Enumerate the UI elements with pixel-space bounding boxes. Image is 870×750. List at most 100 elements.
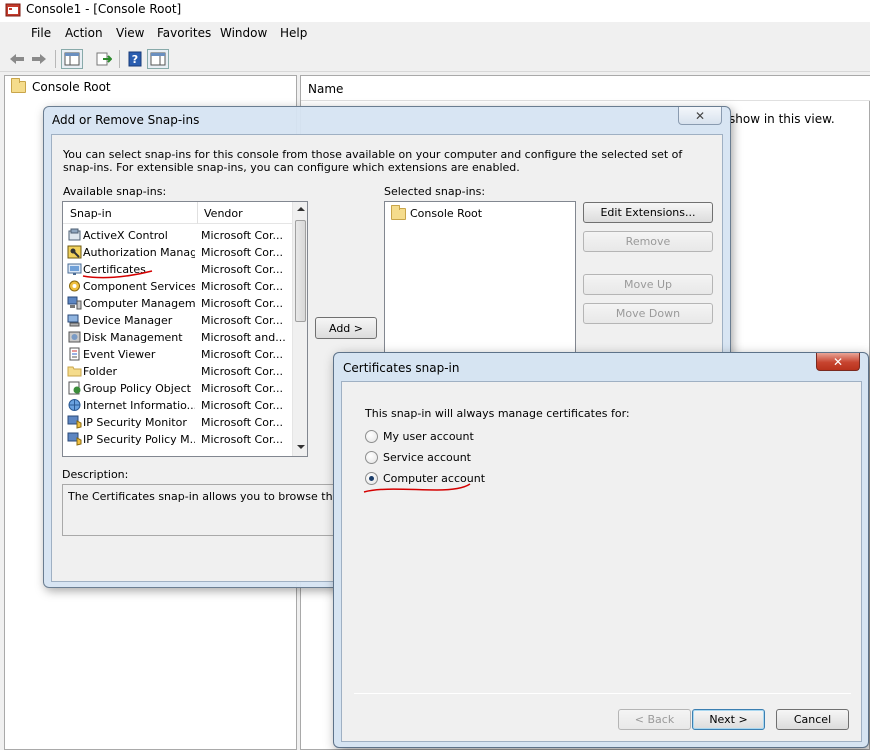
column-divider[interactable] bbox=[197, 202, 198, 224]
move-up-button[interactable]: Move Up bbox=[583, 274, 713, 295]
radio-my-user-account[interactable]: My user account bbox=[365, 430, 474, 443]
properties-icon bbox=[150, 52, 166, 66]
list-item[interactable]: Component Services Microsoft Cor... bbox=[63, 278, 293, 295]
snapin-vendor: Microsoft Cor... bbox=[201, 365, 283, 378]
radio-label: Service account bbox=[383, 451, 471, 464]
tree-item-console-root[interactable]: Console Root bbox=[11, 78, 111, 94]
action-pane-button[interactable] bbox=[147, 49, 169, 69]
export-list-button[interactable] bbox=[93, 49, 115, 69]
list-item[interactable]: Device Manager Microsoft Cor... bbox=[63, 312, 293, 329]
snapin-name: Disk Management bbox=[83, 331, 183, 344]
close-icon: ✕ bbox=[694, 108, 706, 123]
back-button[interactable] bbox=[6, 49, 28, 69]
back-button[interactable]: < Back bbox=[618, 709, 691, 730]
authorization-manager-icon bbox=[67, 245, 82, 259]
menu-action[interactable]: Action bbox=[65, 26, 103, 40]
snapin-vendor: Microsoft Cor... bbox=[201, 297, 283, 310]
column-header-name[interactable]: Name bbox=[301, 76, 870, 101]
list-item[interactable]: Event Viewer Microsoft Cor... bbox=[63, 346, 293, 363]
available-snapins-list[interactable]: Snap-in Vendor ActiveX Control Microsoft… bbox=[62, 201, 308, 457]
activex-icon bbox=[68, 228, 81, 241]
snapin-name: ActiveX Control bbox=[83, 229, 168, 242]
radio-button[interactable] bbox=[365, 430, 378, 443]
snapin-name: Computer Managem... bbox=[83, 297, 195, 310]
folder-icon bbox=[67, 366, 82, 377]
window-title: Console1 - [Console Root] bbox=[26, 2, 182, 16]
list-header: Snap-in Vendor bbox=[63, 202, 293, 224]
radio-computer-account[interactable]: Computer account bbox=[365, 472, 485, 485]
description-label: Description: bbox=[62, 468, 129, 481]
menu-help[interactable]: Help bbox=[280, 26, 307, 40]
snapin-name: Group Policy Object ... bbox=[83, 382, 195, 395]
help-icon: ? bbox=[128, 51, 142, 67]
list-item[interactable]: ActiveX Control Microsoft Cor... bbox=[63, 227, 293, 244]
snapin-vendor: Microsoft Cor... bbox=[201, 416, 283, 429]
menu-file[interactable]: File bbox=[31, 26, 51, 40]
snapin-vendor: Microsoft Cor... bbox=[201, 280, 283, 293]
help-button[interactable]: ? bbox=[124, 49, 146, 69]
list-item[interactable]: Group Policy Object ... Microsoft Cor... bbox=[63, 380, 293, 397]
next-button[interactable]: Next > bbox=[692, 709, 765, 730]
cancel-button[interactable]: Cancel bbox=[776, 709, 849, 730]
add-button[interactable]: Add > bbox=[315, 317, 377, 339]
edit-extensions-button[interactable]: Edit Extensions... bbox=[583, 202, 713, 223]
list-item[interactable]: Disk Management Microsoft and... bbox=[63, 329, 293, 346]
close-button[interactable]: ✕ bbox=[816, 353, 860, 371]
list-item[interactable]: IP Security Policy M... Microsoft Cor... bbox=[63, 431, 293, 448]
list-item[interactable]: IP Security Monitor Microsoft Cor... bbox=[63, 414, 293, 431]
divider bbox=[354, 693, 851, 694]
scroll-up-icon[interactable] bbox=[297, 206, 305, 212]
certificates-snapin-dialog: Certificates snap-in ✕ This snap-in will… bbox=[333, 352, 869, 748]
snapin-name: Device Manager bbox=[83, 314, 173, 327]
tree-item-label: Console Root bbox=[32, 80, 111, 94]
radio-service-account[interactable]: Service account bbox=[365, 451, 471, 464]
radio-label: My user account bbox=[383, 430, 474, 443]
snapin-vendor: Microsoft Cor... bbox=[201, 399, 283, 412]
certificates-icon bbox=[67, 263, 82, 275]
radio-button[interactable] bbox=[365, 451, 378, 464]
list-item[interactable]: Certificates Microsoft Cor... bbox=[63, 261, 293, 278]
snapin-name: IP Security Policy M... bbox=[83, 433, 195, 446]
show-hide-tree-button[interactable] bbox=[61, 49, 83, 69]
group-policy-icon bbox=[68, 381, 81, 395]
snapin-name: Event Viewer bbox=[83, 348, 156, 361]
mmc-app-icon bbox=[5, 3, 21, 17]
column-header-label: Name bbox=[308, 82, 344, 96]
list-item[interactable]: Console Root bbox=[391, 204, 482, 220]
close-icon: ✕ bbox=[832, 354, 844, 369]
close-button[interactable]: ✕ bbox=[678, 107, 722, 125]
radio-button[interactable] bbox=[365, 472, 378, 485]
snapin-vendor: Microsoft Cor... bbox=[201, 263, 283, 276]
description-text: The Certificates snap-in allows you to b… bbox=[68, 490, 358, 503]
intro-text: You can select snap-ins for this console… bbox=[63, 148, 683, 174]
list-item[interactable]: Internet Informatio... Microsoft Cor... bbox=[63, 397, 293, 414]
column-header-snapin[interactable]: Snap-in bbox=[70, 207, 112, 220]
snapin-vendor: Microsoft Cor... bbox=[201, 246, 283, 259]
list-item[interactable]: Authorization Manager Microsoft Cor... bbox=[63, 244, 293, 261]
snapin-name: Folder bbox=[83, 365, 117, 378]
ip-security-monitor-icon bbox=[67, 415, 82, 429]
snapin-vendor: Microsoft Cor... bbox=[201, 433, 283, 446]
column-header-vendor[interactable]: Vendor bbox=[204, 207, 243, 220]
menu-window[interactable]: Window bbox=[220, 26, 267, 40]
remove-button[interactable]: Remove bbox=[583, 231, 713, 252]
selected-snapins-list[interactable]: Console Root bbox=[384, 201, 576, 366]
folder-icon bbox=[11, 78, 26, 93]
list-item[interactable]: Computer Managem... Microsoft Cor... bbox=[63, 295, 293, 312]
scrollbar-thumb[interactable] bbox=[295, 220, 306, 322]
scroll-down-icon[interactable] bbox=[297, 444, 305, 450]
toolbar: ? bbox=[0, 46, 870, 72]
dialog-title: Certificates snap-in bbox=[343, 361, 460, 375]
list-item[interactable]: Folder Microsoft Cor... bbox=[63, 363, 293, 380]
forward-arrow-icon bbox=[32, 54, 46, 64]
menu-bar: File Action View Favorites Window Help bbox=[0, 22, 870, 44]
vertical-scrollbar[interactable] bbox=[292, 202, 307, 456]
snapin-vendor: Microsoft and... bbox=[201, 331, 286, 344]
menu-favorites[interactable]: Favorites bbox=[157, 26, 211, 40]
iis-icon bbox=[68, 399, 81, 411]
menu-view[interactable]: View bbox=[116, 26, 144, 40]
show-hide-tree-icon bbox=[64, 52, 80, 66]
folder-icon bbox=[391, 204, 406, 220]
move-down-button[interactable]: Move Down bbox=[583, 303, 713, 324]
forward-button[interactable] bbox=[28, 49, 50, 69]
